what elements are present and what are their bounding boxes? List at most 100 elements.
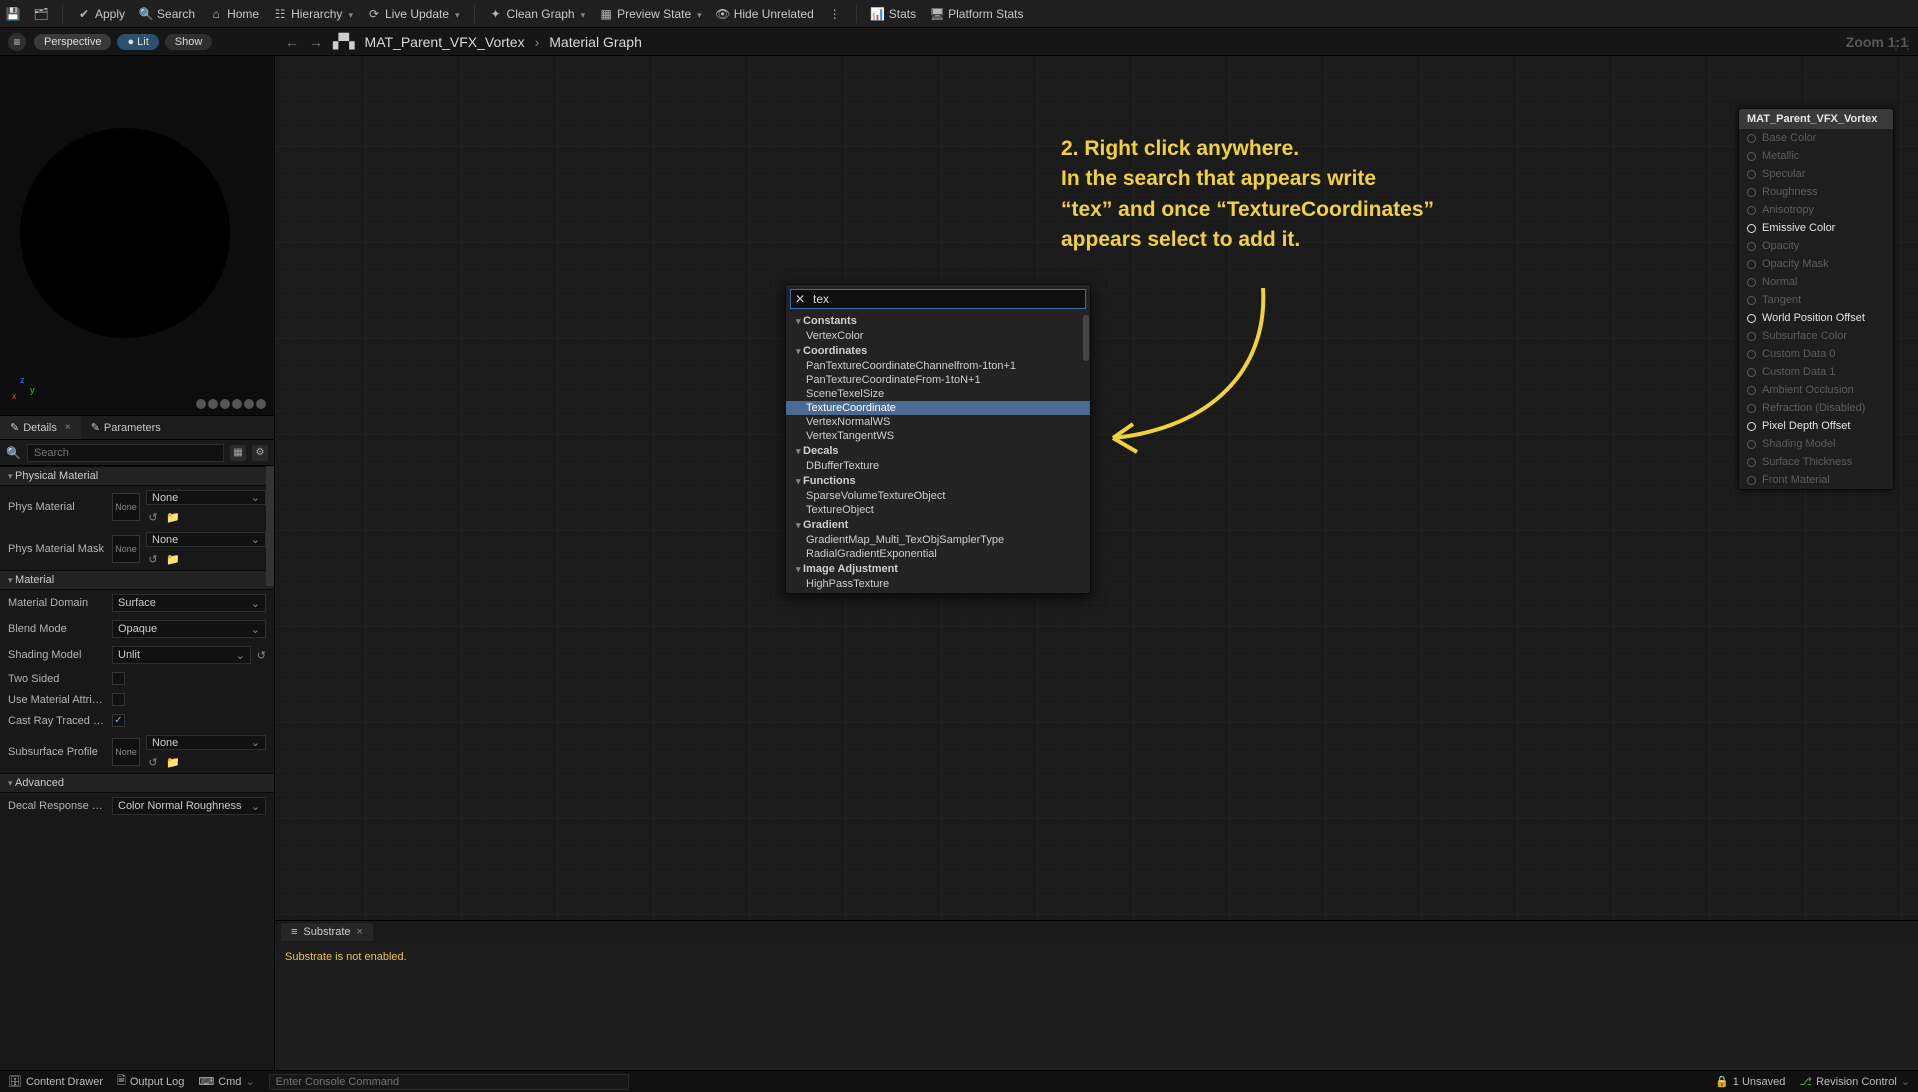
asset-thumb[interactable]: None [112,535,140,563]
content-drawer-button[interactable]: 🗄Content Drawer [8,1075,103,1088]
blend-mode-dropdown[interactable]: Opaque [112,620,266,638]
stats-button[interactable]: 📊Stats [871,7,916,21]
ctx-item[interactable]: TextureCoordinate [786,401,1090,415]
two-sided-checkbox[interactable] [112,672,125,685]
settings-icon[interactable]: ⚙ [252,445,268,461]
use-selected-icon[interactable]: ↺ [146,510,160,524]
ctx-group[interactable]: Decals [786,443,1090,459]
phys-material-mask-dropdown[interactable]: None [146,532,266,547]
material-pin[interactable]: Normal [1739,273,1893,291]
ctx-item[interactable]: PanTextureCoordinateChannelfrom-1ton+1 [786,359,1090,373]
unsaved-indicator[interactable]: 🔒1 Unsaved [1715,1075,1785,1088]
material-pin[interactable]: Opacity Mask [1739,255,1893,273]
material-pin[interactable]: Roughness [1739,183,1893,201]
phys-material-dropdown[interactable]: None [146,490,266,505]
ctx-group[interactable]: Image Adjustment [786,561,1090,577]
subsurface-dropdown[interactable]: None [146,735,266,750]
browse-to-icon[interactable]: 📁 [166,510,180,524]
ctx-item[interactable]: UnSharpMaskTexture [786,591,1090,593]
ctx-item[interactable]: TextureObject [786,503,1090,517]
ctx-group[interactable]: Gradient [786,517,1090,533]
tab-details[interactable]: ✎Details× [0,416,81,439]
grid-view-icon[interactable]: ▦ [230,445,246,461]
clean-graph-button[interactable]: ✦Clean Graph [489,7,586,21]
material-output-node[interactable]: MAT_Parent_VFX_Vortex Base ColorMetallic… [1738,108,1894,490]
cast-ray-traced-checkbox[interactable] [112,714,125,727]
apply-button[interactable]: ✔Apply [77,7,125,21]
browse-to-icon[interactable]: 📁 [166,755,180,769]
details-search-input[interactable] [27,444,224,462]
ctx-item[interactable]: PanTextureCoordinateFrom-1toN+1 [786,373,1090,387]
ctx-item[interactable]: GradientMap_Multi_TexObjSamplerType [786,533,1090,547]
perspective-toggle[interactable]: Perspective [34,34,111,50]
ctx-item[interactable]: HighPassTexture [786,577,1090,591]
output-log-button[interactable]: 🗎Output Log [117,1072,184,1091]
cmd-button[interactable]: ⌨Cmd⌄ [198,1075,254,1088]
node-search-input[interactable] [809,290,1085,308]
ctx-item[interactable]: SceneTexelSize [786,387,1090,401]
material-pin[interactable]: Custom Data 1 [1739,363,1893,381]
ctx-item[interactable]: VertexNormalWS [786,415,1090,429]
console-input[interactable] [269,1074,629,1090]
toolbar-more-icon[interactable]: ⋮ [828,7,842,21]
material-pin[interactable]: Specular [1739,165,1893,183]
material-pin[interactable]: Emissive Color [1739,219,1893,237]
breadcrumb-graph[interactable]: Material Graph [549,34,642,50]
tab-parameters[interactable]: ✎Parameters [81,416,171,439]
ctx-item[interactable]: RadialGradientExponential [786,547,1090,561]
revision-control-button[interactable]: ⎇Revision Control⌄ [1799,1075,1910,1088]
use-selected-icon[interactable]: ↺ [146,755,160,769]
live-update-button[interactable]: ⟳Live Update [367,7,460,21]
material-pin[interactable]: Front Material [1739,471,1893,489]
category-advanced[interactable]: Advanced [0,773,274,793]
home-button[interactable]: ⌂Home [209,7,259,21]
material-pin[interactable]: Opacity [1739,237,1893,255]
close-icon[interactable]: × [357,926,363,938]
primitive-selector[interactable] [196,399,266,409]
material-pin[interactable]: Shading Model [1739,435,1893,453]
material-pin[interactable]: Tangent [1739,291,1893,309]
material-pin[interactable]: Refraction (Disabled) [1739,399,1893,417]
material-pin[interactable]: Anisotropy [1739,201,1893,219]
nav-back-icon[interactable]: ← [285,34,299,50]
category-physical-material[interactable]: Physical Material [0,466,274,486]
platform-stats-button[interactable]: 🖥Platform Stats [930,7,1023,21]
preview-viewport[interactable]: zyx [0,56,274,416]
search-button[interactable]: 🔍Search [139,7,195,21]
show-toggle[interactable]: Show [165,34,213,50]
browse-icon[interactable]: 🗂 [34,7,48,21]
clear-search-icon[interactable]: ✕ [791,292,809,306]
decal-response-dropdown[interactable]: Color Normal Roughness [112,797,266,815]
viewport-menu-icon[interactable] [8,33,26,51]
ctx-group[interactable]: Constants [786,313,1090,329]
ctx-item[interactable]: VertexTangentWS [786,429,1090,443]
scrollbar[interactable] [1083,315,1089,361]
asset-thumb[interactable]: None [112,493,140,521]
breadcrumb-asset[interactable]: MAT_Parent_VFX_Vortex [365,34,525,50]
category-material[interactable]: Material [0,570,274,590]
material-pin[interactable]: Custom Data 0 [1739,345,1893,363]
material-domain-dropdown[interactable]: Surface [112,594,266,612]
material-pin[interactable]: Metallic [1739,147,1893,165]
ctx-group[interactable]: Functions [786,473,1090,489]
preview-state-button[interactable]: ▦Preview State [599,7,702,21]
scrollbar[interactable] [266,466,274,586]
ctx-item[interactable]: SparseVolumeTextureObject [786,489,1090,503]
ctx-item[interactable]: VertexColor [786,329,1090,343]
hierarchy-button[interactable]: ☷Hierarchy [273,7,353,21]
material-pin[interactable]: Pixel Depth Offset [1739,417,1893,435]
reset-icon[interactable]: ↺ [257,649,266,662]
ctx-item[interactable]: DBufferTexture [786,459,1090,473]
use-selected-icon[interactable]: ↺ [146,552,160,566]
shading-model-dropdown[interactable]: Unlit [112,646,251,664]
ctx-group[interactable]: Coordinates [786,343,1090,359]
browse-to-icon[interactable]: 📁 [166,552,180,566]
material-pin[interactable]: Subsurface Color [1739,327,1893,345]
hide-unrelated-button[interactable]: 👁Hide Unrelated [716,7,814,21]
close-icon[interactable]: × [65,422,71,433]
palette-grip-icon[interactable]: ⋮⋮ [1890,38,1914,52]
lit-toggle[interactable]: ●Lit [117,34,158,50]
asset-thumb[interactable]: None [112,738,140,766]
use-material-attrib-checkbox[interactable] [112,693,125,706]
material-pin[interactable]: World Position Offset [1739,309,1893,327]
